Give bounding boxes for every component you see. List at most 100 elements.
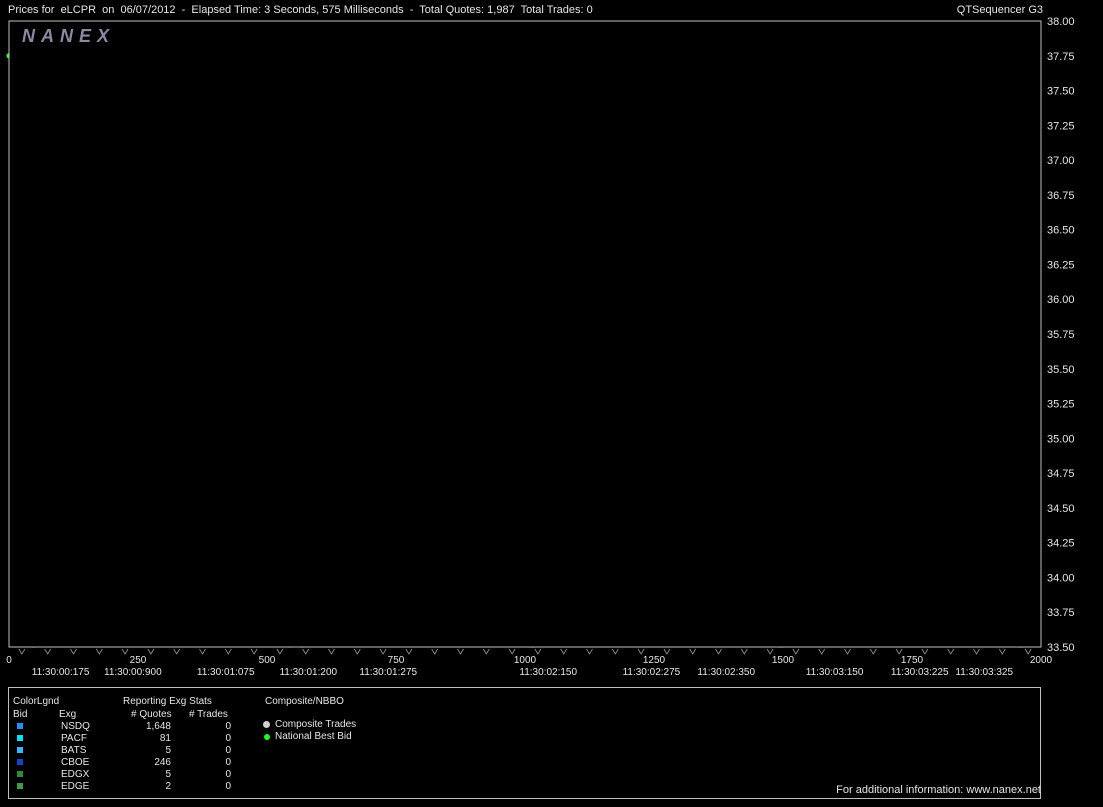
legend-trades-nsdq: 0 xyxy=(225,721,231,732)
legend-trades-bats: 0 xyxy=(225,745,231,756)
x-time-label: 11:30:01:200 xyxy=(279,667,337,678)
legend-exg-pacf: PACF xyxy=(61,733,87,744)
y-tick-label: 38.00 xyxy=(1047,16,1075,28)
x-minor-tick xyxy=(663,648,671,655)
x-time-label: 11:30:02:275 xyxy=(623,667,681,678)
y-tick-label: 36.50 xyxy=(1047,225,1075,237)
x-minor-tick xyxy=(611,648,619,655)
x-minor-tick xyxy=(250,648,258,655)
x-minor-tick xyxy=(18,648,26,655)
legend-quotes-nsdq: 1,648 xyxy=(145,721,171,732)
legend-trades-cboe: 0 xyxy=(225,757,231,768)
national-best-bid-label: National Best Bid xyxy=(275,731,352,742)
price-chart: 33.50 33.75 34.00 34.25 34.50 34.75 35.00 35.25… xyxy=(6,16,1074,678)
y-tick-label: 35.75 xyxy=(1047,329,1075,341)
x-minor-tick xyxy=(998,648,1006,655)
chart-axes: 33.50 33.75 34.00 34.25 34.50 34.75 35.00 35.25… xyxy=(6,16,1074,678)
x-tick-label: 750 xyxy=(388,655,405,666)
x-time-label: 11:30:01:075 xyxy=(197,667,255,678)
x-minor-tick xyxy=(921,648,929,655)
legend-trades-edge: 0 xyxy=(225,781,231,792)
x-minor-tick xyxy=(199,648,206,655)
x-minor-tick xyxy=(637,648,645,655)
x-tick-label: 250 xyxy=(130,655,147,666)
legend-swatch-nsdq xyxy=(17,723,23,729)
y-tick-label: 37.00 xyxy=(1047,155,1075,167)
legend-quotes-edgx: 5 xyxy=(165,769,171,780)
x-minor-tick xyxy=(173,648,181,655)
x-minor-tick xyxy=(766,648,774,655)
y-tick-label: 37.50 xyxy=(1047,86,1075,98)
x-minor-tick xyxy=(457,648,464,655)
x-time-label: 11:30:02:350 xyxy=(697,667,755,678)
composite-trades-marker-icon xyxy=(263,721,270,728)
app-name-label: QTSequencer G3 xyxy=(956,4,1043,16)
x-minor-tick xyxy=(792,648,800,655)
x-tick-label: 500 xyxy=(259,655,276,666)
y-tick-label: 34.25 xyxy=(1047,538,1075,550)
x-minor-tick xyxy=(121,648,129,655)
x-minor-tick xyxy=(353,648,361,655)
y-tick-label: 37.25 xyxy=(1047,120,1075,132)
x-tick-label: 1250 xyxy=(643,655,666,666)
x-minor-tick xyxy=(947,648,955,655)
x-time-label: 11:30:00:175 xyxy=(32,667,90,678)
legend-exg-nsdq: NSDQ xyxy=(61,721,90,732)
y-tick-label: 35.50 xyxy=(1047,364,1075,376)
x-minor-tick xyxy=(224,648,232,655)
x-minor-tick xyxy=(276,648,284,655)
legend-exg-edge: EDGE xyxy=(61,781,90,792)
x-minor-tick xyxy=(379,648,387,655)
national-best-bid-marker-icon xyxy=(264,734,270,740)
y-tick-label: 33.75 xyxy=(1047,607,1075,619)
x-minor-tick xyxy=(70,648,77,655)
x-minor-tick xyxy=(147,648,155,655)
x-time-label: 11:30:02:150 xyxy=(519,667,577,678)
y-tick-label: 36.75 xyxy=(1047,190,1075,202)
x-time-label: 11:30:03:325 xyxy=(955,667,1013,678)
nanex-watermark: NANEX xyxy=(22,26,116,46)
y-tick-label: 34.75 xyxy=(1047,468,1075,480)
x-time-label: 11:30:03:225 xyxy=(891,667,949,678)
x-minor-tick xyxy=(973,648,980,655)
x-time-label: 11:30:01:275 xyxy=(359,667,417,678)
x-minor-tick xyxy=(560,648,568,655)
y-tick-label: 34.00 xyxy=(1047,572,1075,584)
x-minor-tick xyxy=(689,648,697,655)
legend-quotes-edge: 2 xyxy=(165,781,171,792)
x-minor-tick xyxy=(405,648,413,655)
chart-header-title: Prices for eLCPR on 06/07/2012 - Elapsed… xyxy=(8,4,593,16)
legend-exg-bats: BATS xyxy=(61,745,87,756)
legend-swatch-bats xyxy=(17,747,23,753)
y-tick-label: 36.25 xyxy=(1047,259,1075,271)
legend-exg-header: Exg xyxy=(59,709,77,720)
x-minor-tick xyxy=(534,648,542,655)
y-tick-label: 36.00 xyxy=(1047,294,1075,306)
x-minor-tick xyxy=(431,648,439,655)
legend-trades-pacf: 0 xyxy=(225,733,231,744)
plot-frame xyxy=(8,20,1042,648)
y-tick-label: 35.00 xyxy=(1047,433,1075,445)
x-minor-tick xyxy=(844,648,851,655)
legend-quotes-cboe: 246 xyxy=(154,757,171,768)
footer-info: For additional information: www.nanex.ne… xyxy=(836,784,1041,796)
x-minor-tick xyxy=(1024,648,1032,655)
x-tick-label: 1000 xyxy=(514,655,537,666)
x-time-label: 11:30:03:150 xyxy=(806,667,864,678)
legend-bid-header: Bid xyxy=(13,709,28,720)
x-minor-tick xyxy=(869,648,877,655)
legend-quotes-bats: 5 xyxy=(165,745,171,756)
legend-swatch-edgx xyxy=(17,771,23,777)
y-tick-label: 33.50 xyxy=(1047,642,1075,654)
x-minor-tick xyxy=(482,648,490,655)
legend-trades-edgx: 0 xyxy=(225,769,231,780)
legend-swatch-edge xyxy=(17,783,23,789)
x-tick-label: 1500 xyxy=(772,655,795,666)
x-minor-tick xyxy=(818,648,826,655)
legend-composite-header: Composite/NBBO xyxy=(265,696,344,707)
y-tick-label: 34.50 xyxy=(1047,503,1075,515)
x-minor-tick xyxy=(740,648,748,655)
x-minor-tick xyxy=(95,648,103,655)
x-time-label: 11:30:00:900 xyxy=(104,667,162,678)
legend-swatch-pacf xyxy=(17,735,23,741)
